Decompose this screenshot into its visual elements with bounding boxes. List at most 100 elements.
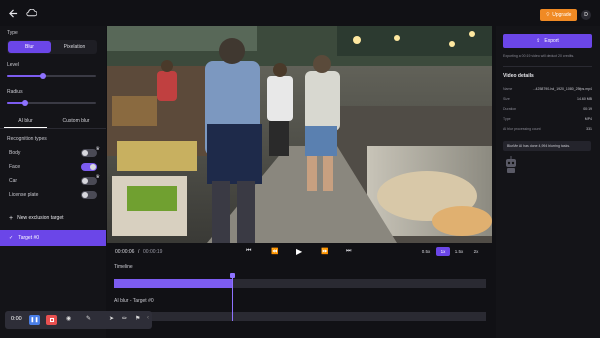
type-blur-button[interactable]: Blur	[8, 41, 51, 53]
rewind-icon[interactable]: ⏪	[271, 248, 278, 255]
type-pixelation-button[interactable]: Pixelation	[53, 41, 96, 53]
blurme-tip: BlurMe AI has done 4,994 blurring tasks.	[503, 141, 591, 151]
recognition-row-face: Face	[9, 162, 97, 172]
speed-0-5x[interactable]: 0.5x	[419, 247, 433, 256]
ai-blur-track-label: AI blur - Target #0	[114, 298, 154, 304]
radius-slider-knob[interactable]	[22, 99, 28, 106]
detail-key: Name	[503, 87, 513, 91]
detail-row-name: Name ...4258790-hd_1920_1080_25fps.mp4	[503, 87, 592, 94]
highlighter-icon[interactable]: ⚑	[135, 315, 140, 322]
level-slider-fill	[7, 75, 43, 77]
time-separator: /	[138, 249, 140, 255]
toggle-knob	[82, 150, 88, 156]
tabs-divider	[0, 128, 106, 129]
level-slider-knob[interactable]	[40, 72, 46, 79]
detail-value: MP4	[584, 117, 592, 121]
target-item-label: Target #0	[18, 235, 40, 241]
car-toggle[interactable]: ♛	[81, 174, 100, 185]
timeline-track[interactable]	[114, 279, 486, 288]
app-window: ⌔ Upgrade D Type Blur Pixelation Level R…	[0, 0, 600, 338]
microphone-icon[interactable]: ✎	[86, 315, 91, 322]
export-label: Export	[544, 38, 559, 44]
upgrade-label: Upgrade	[552, 12, 572, 18]
export-icon: ⇪	[536, 38, 541, 44]
wifi-crown-icon: ⌔	[545, 12, 551, 18]
license-plate-toggle[interactable]	[81, 191, 97, 199]
cloud-icon[interactable]	[25, 8, 37, 18]
check-icon: ✓	[9, 235, 14, 241]
detail-row-size: Size 14.60 MB	[503, 97, 592, 104]
level-slider[interactable]	[7, 72, 96, 79]
speed-1x[interactable]: 1x	[436, 247, 450, 256]
plus-icon: +	[9, 214, 14, 222]
skip-end-icon[interactable]: ⏭	[346, 248, 351, 255]
collapse-icon[interactable]: ‹	[147, 315, 149, 321]
detail-key: Size	[503, 97, 510, 101]
detail-row-type: Type MP4	[503, 117, 592, 124]
recognition-row-car: Car ♛	[9, 174, 100, 186]
camera-icon[interactable]: ◉	[66, 315, 71, 322]
recognition-label-face: Face	[9, 164, 21, 170]
play-icon[interactable]: ▶	[296, 247, 302, 256]
blur-mode-tabs: AI blur Custom blur	[0, 114, 106, 128]
speed-1-5x[interactable]: 1.5x	[452, 247, 466, 256]
detail-value: ...4258790-hd_1920_1080_25fps.mp4	[532, 87, 592, 91]
recognition-types-label: Recognition types	[7, 136, 47, 142]
top-bar: ⌔ Upgrade D	[0, 0, 600, 26]
export-note: Exporting a 00:19 video will deduct 20 c…	[503, 54, 575, 58]
detail-row-duration: Duration 00:19	[503, 107, 592, 114]
video-preview[interactable]	[107, 26, 492, 243]
export-button[interactable]: ⇪ Export	[503, 34, 592, 48]
recognition-row-license-plate: License plate	[9, 190, 97, 200]
timeline-label: Timeline	[114, 264, 133, 270]
pen-icon[interactable]: ✏	[122, 315, 127, 322]
skip-start-icon[interactable]: ⏮	[246, 248, 251, 255]
ai-blur-track[interactable]	[114, 312, 486, 321]
recognition-label-car: Car	[9, 178, 18, 184]
timeline-playhead[interactable]	[230, 273, 235, 321]
tab-ai-blur[interactable]: AI blur	[4, 114, 47, 128]
detail-key: AI blur processing count	[503, 127, 541, 131]
speed-2x[interactable]: 2x	[469, 247, 483, 256]
playhead-handle[interactable]	[230, 273, 235, 278]
recognition-label-body: Body	[9, 150, 21, 156]
recorder-time: 0:00	[11, 316, 22, 322]
arrow-left-icon[interactable]	[8, 8, 18, 18]
target-item[interactable]: ✓ Target #0	[0, 230, 106, 246]
pause-icon: ❚❚	[30, 317, 39, 323]
detail-value: 331	[586, 127, 592, 131]
stop-button[interactable]	[46, 315, 57, 325]
radius-label: Radius	[7, 89, 23, 95]
tab-custom-blur[interactable]: Custom blur	[52, 114, 100, 128]
radius-slider[interactable]	[7, 99, 96, 106]
recorder-toolbar: 0:00 ❚❚ ◉ ✎ ➤ ✏ ⚑ ‹	[5, 311, 152, 329]
body-toggle[interactable]: ♛	[81, 146, 100, 157]
detail-row-processing-count: AI blur processing count 331	[503, 127, 592, 134]
timeline-progress	[114, 279, 233, 288]
face-toggle[interactable]	[81, 163, 97, 171]
details-divider	[503, 66, 592, 67]
type-segmented-control: Blur Pixelation	[7, 40, 97, 54]
cursor-icon[interactable]: ➤	[109, 315, 114, 322]
premium-crown-icon: ♛	[95, 146, 100, 152]
type-label: Type	[7, 30, 18, 36]
toggle-knob	[82, 178, 88, 184]
detail-key: Duration	[503, 107, 517, 111]
new-exclusion-target-button[interactable]: + New exclusion target	[9, 213, 97, 223]
pause-button[interactable]: ❚❚	[29, 315, 40, 325]
detail-value: 00:19	[583, 107, 592, 111]
avatar[interactable]: D	[581, 10, 591, 20]
toggle-knob	[82, 192, 88, 198]
upgrade-button[interactable]: ⌔ Upgrade	[540, 9, 577, 21]
fast-forward-icon[interactable]: ⏩	[321, 248, 328, 255]
level-label: Level	[7, 62, 19, 68]
stop-icon	[49, 318, 54, 322]
avatar-initial: D	[584, 12, 588, 18]
detail-value: 14.60 MB	[577, 97, 592, 101]
detail-key: Type	[503, 117, 511, 121]
robot-mascot-icon	[504, 156, 518, 174]
current-time: 00:00:06	[115, 249, 135, 255]
player-controls: 00:00:06 / 00:00:19 ⏮ ⏪ ▶ ⏩ ⏭ 0.5x 1x 1.…	[107, 243, 492, 263]
recognition-label-license-plate: License plate	[9, 192, 39, 198]
premium-crown-icon: ♛	[95, 174, 100, 180]
